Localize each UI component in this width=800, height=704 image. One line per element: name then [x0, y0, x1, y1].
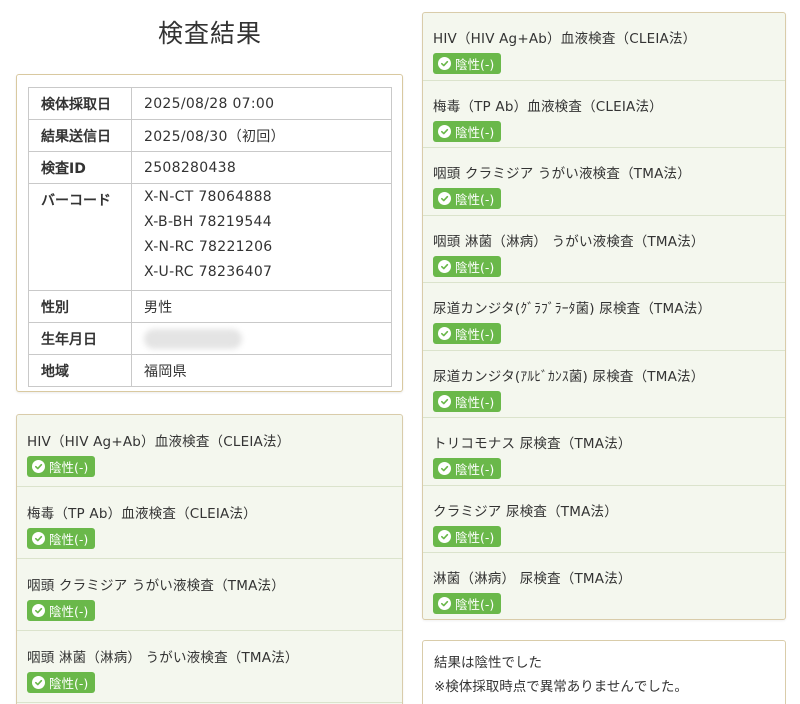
result-item: 咽頭 淋菌（淋病） うがい液検査（TMA法） 陰性(-) — [17, 631, 402, 703]
check-circle-icon — [438, 529, 451, 543]
check-circle-icon — [32, 460, 45, 473]
result-badge: 陰性(-) — [433, 525, 502, 547]
result-badge: 陰性(-) — [27, 456, 96, 477]
check-circle-icon — [438, 394, 451, 408]
result-badge: 陰性(-) — [27, 672, 96, 693]
result-item: HIV（HIV Ag+Ab）血液検査（CLEIA法） 陰性(-) — [17, 415, 402, 487]
collection-date-value: 2025/08/28 07:00 — [131, 87, 392, 120]
table-row: 地域 福岡県 — [28, 354, 392, 387]
result-item: クラミジア 尿検査（TMA法） 陰性(-) — [423, 486, 785, 553]
check-circle-icon — [438, 57, 451, 70]
result-text: 陰性(-) — [49, 676, 89, 691]
result-badge: 陰性(-) — [433, 323, 502, 344]
summary-result-text: 結果は陰性でした — [434, 655, 542, 671]
test-name: 淋菌（淋病） 尿検査（TMA法） — [433, 571, 632, 587]
result-badge: 陰性(-) — [433, 53, 502, 74]
result-text: 陰性(-) — [49, 604, 89, 619]
test-name: 梅毒（TP Ab）血液検査（CLEIA法） — [433, 98, 663, 115]
right-results-card: HIV（HIV Ag+Ab）血液検査（CLEIA法） 陰性(-) 梅毒（TP A… — [422, 12, 786, 620]
result-item: HIV（HIV Ag+Ab）血液検査（CLEIA法） 陰性(-) — [423, 13, 785, 81]
barcode-values: X-N-CT 78064888 X-B-BH 78219544 X-N-RC 7… — [131, 183, 392, 291]
result-badge: 陰性(-) — [433, 255, 502, 277]
test-name: 咽頭 クラミジア うがい液検査（TMA法） — [27, 578, 285, 594]
test-name: 咽頭 淋菌（淋病） うがい液検査（TMA法） — [27, 650, 299, 666]
redacted-birthdate — [144, 328, 242, 349]
result-badge: 陰性(-) — [27, 600, 96, 621]
check-circle-icon — [438, 192, 451, 205]
result-badge: 陰性(-) — [433, 458, 502, 479]
page-title: 検査結果 — [157, 19, 262, 48]
barcode-label: バーコード — [28, 183, 132, 291]
test-id-label: 検査ID — [28, 151, 132, 184]
summary-note-text: ※検体採取時点で異常ありませんでした。 — [434, 679, 688, 695]
table-row: バーコード X-N-CT 78064888 X-B-BH 78219544 X-… — [28, 183, 392, 291]
specimen-info-card: 検体採取日 2025/08/28 07:00 結果送信日 2025/08/30（… — [16, 74, 403, 392]
barcode-code: X-B-BH 78219544 — [144, 214, 272, 230]
result-text: 陰性(-) — [49, 532, 89, 547]
barcode-code: X-N-CT 78064888 — [144, 189, 273, 205]
test-name: 尿道カンジタ(ｸﾞﾗﾌﾞﾗｰﾀ菌) 尿検査（TMA法） — [433, 301, 712, 317]
test-name: HIV（HIV Ag+Ab）血液検査（CLEIA法） — [27, 434, 291, 450]
left-results-card: HIV（HIV Ag+Ab）血液検査（CLEIA法） 陰性(-) 梅毒（TP A… — [16, 414, 403, 704]
table-row: 検査ID 2508280438 — [28, 151, 392, 184]
test-name: 咽頭 淋菌（淋病） うがい液検査（TMA法） — [433, 233, 705, 250]
result-text: 陰性(-) — [455, 597, 495, 612]
table-row: 生年月日 — [28, 322, 392, 355]
test-name: 咽頭 クラミジア うがい液検査（TMA法） — [433, 166, 691, 182]
result-badge: 陰性(-) — [433, 390, 502, 412]
test-id-value: 2508280438 — [131, 151, 392, 184]
result-item: 咽頭 淋菌（淋病） うがい液検査（TMA法） 陰性(-) — [423, 216, 785, 283]
test-name: 梅毒（TP Ab）血液検査（CLEIA法） — [27, 506, 257, 522]
result-badge: 陰性(-) — [433, 188, 502, 209]
check-circle-icon — [438, 597, 451, 610]
check-circle-icon — [438, 259, 451, 273]
check-circle-icon — [32, 604, 45, 617]
collection-date-label: 検体採取日 — [28, 87, 132, 120]
result-text: 陰性(-) — [455, 394, 495, 410]
result-badge: 陰性(-) — [27, 528, 96, 549]
table-row: 性別 男性 — [28, 290, 392, 323]
result-item: 梅毒（TP Ab）血液検査（CLEIA法） 陰性(-) — [17, 487, 402, 559]
result-text: 陰性(-) — [455, 462, 495, 477]
sent-date-label: 結果送信日 — [28, 119, 132, 152]
result-item: トリコモナス 尿検査（TMA法） 陰性(-) — [423, 418, 785, 486]
check-circle-icon — [438, 327, 451, 340]
result-text: 陰性(-) — [455, 192, 495, 207]
result-text: 陰性(-) — [455, 259, 495, 275]
result-text: 陰性(-) — [455, 327, 495, 342]
result-item: 淋菌（淋病） 尿検査（TMA法） 陰性(-) — [423, 553, 785, 619]
test-name: 尿道カンジタ(ｱﾙﾋﾞｶﾝｽ菌) 尿検査（TMA法） — [433, 368, 705, 385]
summary-card: 結果は陰性でした ※検体採取時点で異常ありませんでした。 — [422, 640, 786, 704]
check-circle-icon — [438, 462, 451, 475]
test-name: トリコモナス 尿検査（TMA法） — [433, 436, 632, 452]
result-item: 梅毒（TP Ab）血液検査（CLEIA法） 陰性(-) — [423, 81, 785, 148]
sex-label: 性別 — [28, 290, 132, 323]
birthdate-label: 生年月日 — [28, 322, 132, 355]
check-circle-icon — [32, 532, 45, 545]
check-circle-icon — [32, 676, 45, 689]
region-value: 福岡県 — [131, 354, 392, 387]
table-row: 結果送信日 2025/08/30（初回） — [28, 119, 392, 152]
table-row: 検体採取日 2025/08/28 07:00 — [28, 87, 392, 120]
barcode-code: X-N-RC 78221206 — [144, 239, 273, 255]
region-label: 地域 — [28, 354, 132, 387]
sex-value: 男性 — [131, 290, 392, 323]
result-item: 尿道カンジタ(ｸﾞﾗﾌﾞﾗｰﾀ菌) 尿検査（TMA法） 陰性(-) — [423, 283, 785, 351]
birthdate-value — [131, 322, 392, 355]
specimen-info-table: 検体採取日 2025/08/28 07:00 結果送信日 2025/08/30（… — [28, 87, 392, 387]
test-name: HIV（HIV Ag+Ab）血液検査（CLEIA法） — [433, 31, 697, 47]
result-text: 陰性(-) — [455, 124, 495, 140]
result-badge: 陰性(-) — [433, 120, 502, 142]
result-item: 尿道カンジタ(ｱﾙﾋﾞｶﾝｽ菌) 尿検査（TMA法） 陰性(-) — [423, 351, 785, 418]
check-circle-icon — [438, 124, 451, 138]
test-name: クラミジア 尿検査（TMA法） — [433, 503, 618, 520]
result-item: 咽頭 クラミジア うがい液検査（TMA法） 陰性(-) — [17, 559, 402, 631]
barcode-code: X-U-RC 78236407 — [144, 264, 273, 280]
sent-date-value: 2025/08/30（初回） — [131, 119, 392, 152]
result-text: 陰性(-) — [49, 460, 89, 475]
result-badge: 陰性(-) — [433, 593, 502, 614]
result-text: 陰性(-) — [455, 57, 495, 72]
result-text: 陰性(-) — [455, 529, 495, 545]
result-item: 咽頭 クラミジア うがい液検査（TMA法） 陰性(-) — [423, 148, 785, 216]
